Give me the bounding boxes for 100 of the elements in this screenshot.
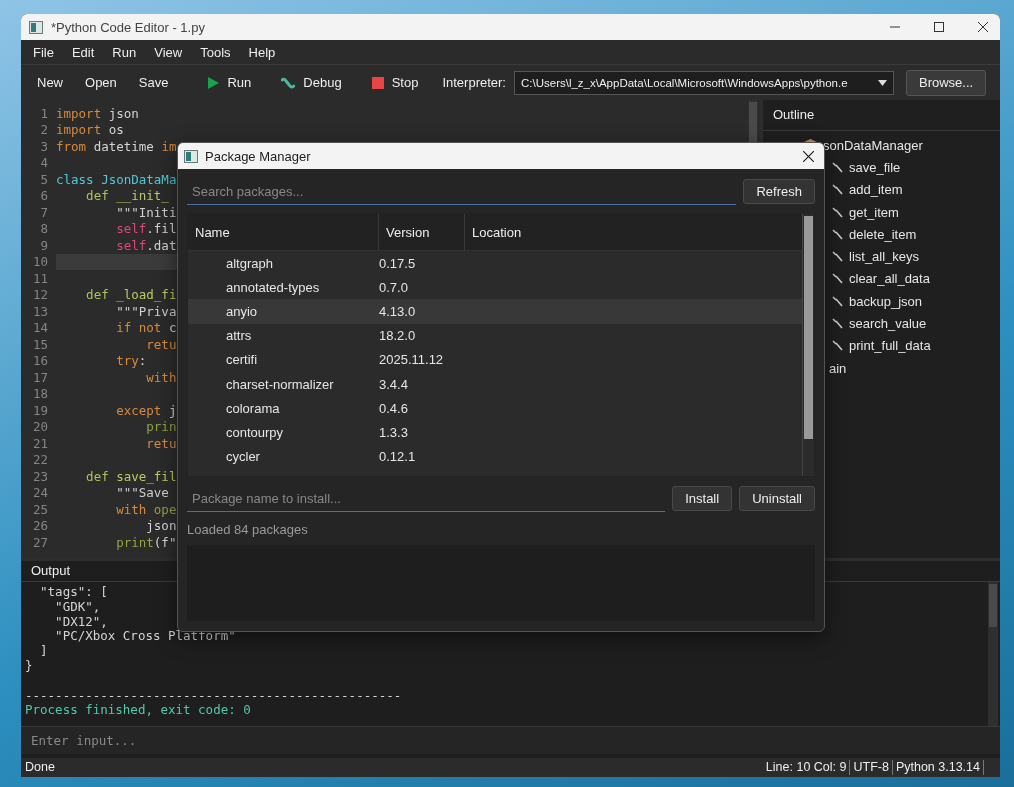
code-line: with ope <box>115 501 177 517</box>
code-line: retu <box>145 336 177 352</box>
code-line: if not c <box>115 320 177 336</box>
package-name-field[interactable]: Package name to install... <box>187 485 666 512</box>
code-line: json <box>145 518 177 534</box>
outline-item[interactable]: sonDataManager <box>823 137 923 153</box>
package-name: colorama <box>225 400 281 416</box>
line-number: 1 <box>39 105 48 121</box>
line-number: 9 <box>39 237 48 253</box>
package-row[interactable]: cycler 0.12.1 <box>188 444 802 469</box>
interpreter-label: Interpreter: <box>442 75 506 90</box>
package-name: cycler <box>225 449 261 465</box>
toolbar-button[interactable]: Stop <box>361 71 429 94</box>
outline-item[interactable]: add_item <box>849 182 903 198</box>
line-number: 13 <box>31 303 48 319</box>
outline-item[interactable]: get_item <box>849 204 899 220</box>
package-version: 0.4.6 <box>379 400 409 416</box>
toolbar-button[interactable]: Run <box>198 71 262 94</box>
outline-item[interactable]: backup_json <box>849 293 922 309</box>
maximize-icon[interactable] <box>934 22 944 32</box>
output-line: "PC/Xbox Cross Platform" <box>54 628 236 644</box>
package-row[interactable]: certifi 2025.11.12 <box>188 347 802 372</box>
line-number: 8 <box>39 221 48 237</box>
menu-item[interactable]: Edit <box>62 44 104 60</box>
window-title: *Python Code Editor - 1.py <box>51 19 205 35</box>
code-line: import json <box>56 105 139 121</box>
code-line: try: <box>115 353 147 369</box>
interpreter-dropdown[interactable]: C:\Users\l_z_x\AppData\Local\Microsoft\WindowsApps\python.e <box>514 70 894 95</box>
package-name: attrs <box>225 328 253 344</box>
line-number: 26 <box>31 518 48 534</box>
package-row[interactable]: colorama 0.4.6 <box>188 396 802 421</box>
menu-item[interactable]: View <box>145 44 192 60</box>
menu-item[interactable]: Run <box>103 44 146 60</box>
line-number: 18 <box>31 386 48 402</box>
refresh-button[interactable]: Refresh <box>743 179 815 204</box>
browse-button[interactable]: Browse... <box>906 69 987 96</box>
code-line: self.dat <box>115 237 177 253</box>
code-line: class JsonDataMa <box>56 171 177 187</box>
line-number: 22 <box>31 452 48 468</box>
code-line: retu <box>145 435 177 451</box>
search-field[interactable]: Search packages... <box>187 178 737 205</box>
dialog-title: Package Manager <box>205 148 311 164</box>
line-number: 3 <box>39 138 48 154</box>
package-row[interactable]: attrs 18.2.0 <box>188 323 802 348</box>
package-row[interactable]: altgraph 0.17.5 <box>188 251 802 276</box>
stop-icon <box>371 76 384 89</box>
line-number: 23 <box>31 468 48 484</box>
column-header[interactable]: Location <box>465 214 802 250</box>
menu-item[interactable]: Tools <box>191 44 240 60</box>
outline-item[interactable]: delete_item <box>849 226 917 242</box>
wrench-icon <box>832 251 843 263</box>
package-name: contourpy <box>225 424 285 440</box>
line-number: 17 <box>31 369 48 385</box>
column-header[interactable]: Version <box>379 214 465 250</box>
status-label: Loaded 84 packages <box>187 522 309 537</box>
outline-item[interactable]: search_value <box>849 316 927 331</box>
code-line: """Save <box>115 485 169 501</box>
menu-item[interactable]: Help <box>239 44 285 60</box>
scrollbar[interactable] <box>988 582 998 726</box>
menu-item[interactable]: File <box>24 44 63 60</box>
cursor-position: Line: 10 Col: 9 <box>762 760 851 775</box>
outline-item[interactable]: ain <box>829 360 847 376</box>
output-line: ] <box>39 643 48 659</box>
outline-item[interactable]: clear_all_data <box>849 271 930 287</box>
input-field[interactable]: Enter input... <box>21 726 1000 754</box>
package-version: 3.4.4 <box>379 376 409 392</box>
wrench-icon <box>832 228 843 240</box>
close-icon[interactable] <box>803 150 814 162</box>
toolbar-button[interactable]: Save <box>128 71 179 94</box>
package-row[interactable]: charset-normalizer 3.4.4 <box>188 371 802 397</box>
package-row[interactable]: annotated-types 0.7.0 <box>188 275 802 300</box>
status-message: Done <box>25 760 55 775</box>
package-name: annotated-types <box>225 279 321 295</box>
wrench-icon <box>832 184 843 196</box>
output-line: Process finished, exit code: 0 <box>25 702 251 718</box>
line-number: 2 <box>39 122 48 138</box>
close-icon[interactable] <box>978 22 988 32</box>
toolbar-button[interactable]: Open <box>75 71 127 94</box>
toolbar-button[interactable]: Debug <box>271 71 352 94</box>
line-number: 15 <box>31 336 48 352</box>
wrench-icon <box>832 206 843 218</box>
outline-item[interactable]: print_full_data <box>849 338 931 354</box>
scrollbar[interactable] <box>802 214 814 476</box>
code-line: def _load_fi <box>85 287 177 303</box>
code-line: with <box>145 369 177 385</box>
package-row[interactable]: contourpy 1.3.3 <box>188 420 802 445</box>
code-line: print(f" <box>115 534 177 550</box>
package-version: 0.17.5 <box>379 255 417 271</box>
toolbar-button[interactable]: New <box>27 71 73 94</box>
outline-item[interactable]: save_file <box>849 159 901 175</box>
install-button[interactable]: Install <box>672 486 733 511</box>
output-line: "tags": [ <box>39 584 108 599</box>
line-number: 12 <box>31 287 48 303</box>
package-row[interactable]: anyio 4.13.0 <box>188 299 802 324</box>
code-line: prin <box>145 419 177 435</box>
code-line: """Priva <box>115 303 177 319</box>
outline-item[interactable]: list_all_keys <box>849 249 920 265</box>
package-name: certifi <box>225 352 259 368</box>
column-header[interactable]: Name <box>188 214 379 250</box>
uninstall-button[interactable]: Uninstall <box>739 486 815 511</box>
